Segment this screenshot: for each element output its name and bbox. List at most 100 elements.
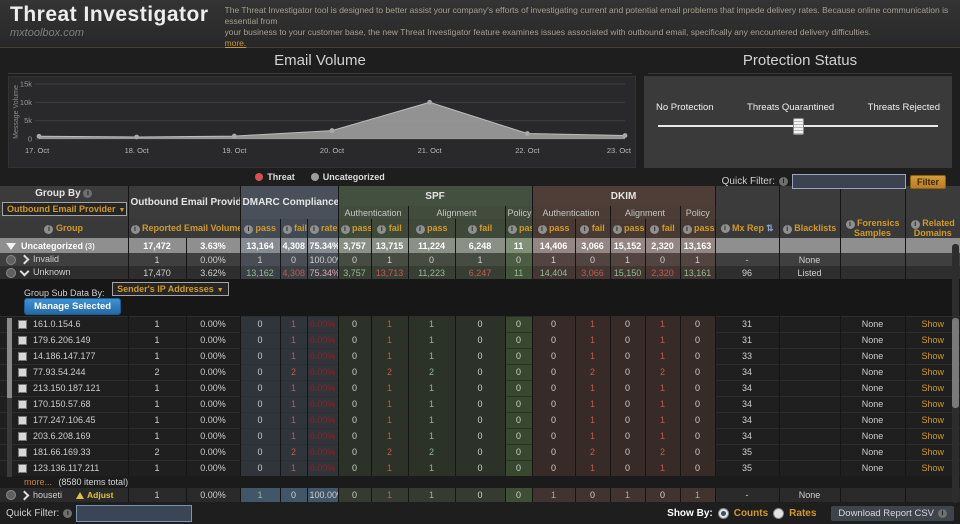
data-cell: 0.00%: [186, 316, 240, 332]
group-column-header[interactable]: Group: [0, 219, 128, 238]
show-related-domains-link[interactable]: Show: [922, 431, 945, 441]
data-cell: 14,406: [532, 238, 575, 253]
info-circle-icon[interactable]: [6, 490, 16, 500]
data-cell: 0: [240, 460, 280, 476]
show-related-domains-link[interactable]: Show: [922, 415, 945, 425]
data-cell: 1: [128, 253, 186, 266]
show-related-domains-link[interactable]: Show: [922, 447, 945, 457]
column-header-spacer: [840, 186, 905, 219]
related-domains-header[interactable]: Related Domains: [905, 219, 960, 238]
data-cell: 2,320: [645, 238, 680, 253]
quick-filter-bottom-input[interactable]: [76, 505, 192, 522]
row-checkbox[interactable]: [18, 320, 27, 329]
dmarc-pass-header[interactable]: pass: [240, 219, 280, 238]
spf-auth-pass-header[interactable]: pass: [338, 219, 371, 238]
spf-align-pass-header[interactable]: pass: [408, 219, 455, 238]
show-related-domains-link[interactable]: Show: [922, 367, 945, 377]
data-cell: 11: [505, 266, 532, 279]
row-label: 14.186.147.177: [33, 351, 96, 361]
chart-legend: ThreatUncategorized: [0, 172, 640, 182]
data-cell: 0: [505, 488, 532, 502]
data-cell: 0: [455, 316, 505, 332]
manage-selected-button[interactable]: Manage Selected: [24, 298, 121, 315]
group-sub-data-dropdown[interactable]: Sender's IP Addresses: [112, 282, 229, 296]
row-checkbox[interactable]: [18, 416, 27, 425]
show-related-domains-link[interactable]: Show: [922, 463, 945, 473]
quick-filter-label: Quick Filter:: [6, 508, 59, 519]
spf-auth-fail-header[interactable]: fail: [371, 219, 408, 238]
download-report-csv-button[interactable]: Download Report CSV: [831, 506, 954, 521]
data-cell: 1: [128, 380, 186, 396]
dmarc-rate-header[interactable]: rate: [307, 219, 338, 238]
info-circle-icon[interactable]: [6, 268, 16, 278]
data-cell: 15,150: [610, 266, 645, 279]
row-checkbox[interactable]: [18, 432, 27, 441]
row-checkbox[interactable]: [18, 464, 27, 473]
dkim-auth-fail-header[interactable]: fail: [575, 219, 610, 238]
forensics-samples-header[interactable]: Forensics Samples: [840, 219, 905, 238]
dkim-policy-pass-header[interactable]: pass: [680, 219, 715, 238]
threat-table: Group By Outbound Email Provider Outboun…: [0, 186, 960, 502]
row-label[interactable]: Invalid: [33, 254, 59, 264]
chevron-right-icon[interactable]: [20, 255, 30, 265]
dkim-align-fail-header[interactable]: fail: [645, 219, 680, 238]
info-circle-icon[interactable]: [6, 255, 16, 265]
protection-slider-handle[interactable]: [793, 118, 804, 135]
counts-radio[interactable]: [718, 508, 729, 519]
data-cell: 0: [505, 348, 532, 364]
adjust-warning[interactable]: Adjust: [76, 490, 113, 500]
row-checkbox[interactable]: [18, 336, 27, 345]
mx-rep-header[interactable]: Mx Rep: [715, 219, 779, 238]
table-scrollbar[interactable]: [952, 244, 959, 503]
svg-text:18. Oct: 18. Oct: [125, 146, 150, 155]
spf-align-fail-header[interactable]: fail: [455, 219, 505, 238]
scrollbar-thumb[interactable]: [952, 318, 959, 408]
dmarc-fail-header[interactable]: fail: [280, 219, 307, 238]
data-cell: 0: [532, 348, 575, 364]
show-related-domains-link[interactable]: Show: [922, 383, 945, 393]
subtable-scrollbar[interactable]: [7, 318, 12, 477]
counts-option[interactable]: Counts: [734, 508, 768, 519]
dkim-align-pass-header[interactable]: pass: [610, 219, 645, 238]
quick-filter-input[interactable]: [792, 174, 906, 189]
data-cell: 0: [575, 253, 610, 266]
data-cell: None: [840, 396, 905, 412]
data-cell: 0: [505, 332, 532, 348]
data-cell: 0: [610, 364, 645, 380]
data-cell: 0.00%: [186, 488, 240, 502]
data-cell: 1: [371, 253, 408, 266]
data-cell: 13,161: [680, 266, 715, 279]
row-checkbox[interactable]: [18, 352, 27, 361]
show-related-domains-link[interactable]: Show: [922, 335, 945, 345]
show-related-domains-link[interactable]: Show: [922, 399, 945, 409]
more-items-link[interactable]: more...: [24, 477, 52, 487]
row-checkbox[interactable]: [18, 368, 27, 377]
blacklists-header[interactable]: Blacklists: [779, 219, 840, 238]
scrollbar-thumb[interactable]: [7, 318, 12, 398]
row-label[interactable]: Uncategorized: [21, 241, 83, 251]
dkim-auth-pass-header[interactable]: pass: [532, 219, 575, 238]
row-checkbox[interactable]: [18, 448, 27, 457]
info-icon: [938, 509, 947, 518]
rates-radio[interactable]: [773, 508, 784, 519]
chevron-right-icon[interactable]: [20, 490, 30, 500]
more-link[interactable]: more.: [225, 38, 247, 48]
data-cell: 0.00%: [186, 444, 240, 460]
data-cell: 0: [505, 428, 532, 444]
row-checkbox[interactable]: [18, 384, 27, 393]
rates-option[interactable]: Rates: [789, 508, 816, 519]
chevron-down-icon[interactable]: [20, 266, 30, 276]
column-header-spf: SPF: [338, 186, 532, 206]
filter-button[interactable]: Filter: [910, 175, 946, 189]
show-related-domains-link[interactable]: Show: [922, 319, 945, 329]
show-related-domains-link[interactable]: Show: [922, 351, 945, 361]
row-label[interactable]: houseti: [33, 490, 62, 500]
data-cell: 0: [645, 488, 680, 502]
protection-slider-track[interactable]: [658, 125, 938, 127]
spf-policy-pass-header[interactable]: pass: [505, 219, 532, 238]
collapse-triangle-icon[interactable]: [6, 243, 16, 250]
row-label[interactable]: Unknown: [33, 267, 71, 277]
reported-email-volume-header[interactable]: Reported Email Volume: [128, 219, 240, 238]
group-by-dropdown[interactable]: Outbound Email Provider: [2, 202, 127, 216]
row-checkbox[interactable]: [18, 400, 27, 409]
